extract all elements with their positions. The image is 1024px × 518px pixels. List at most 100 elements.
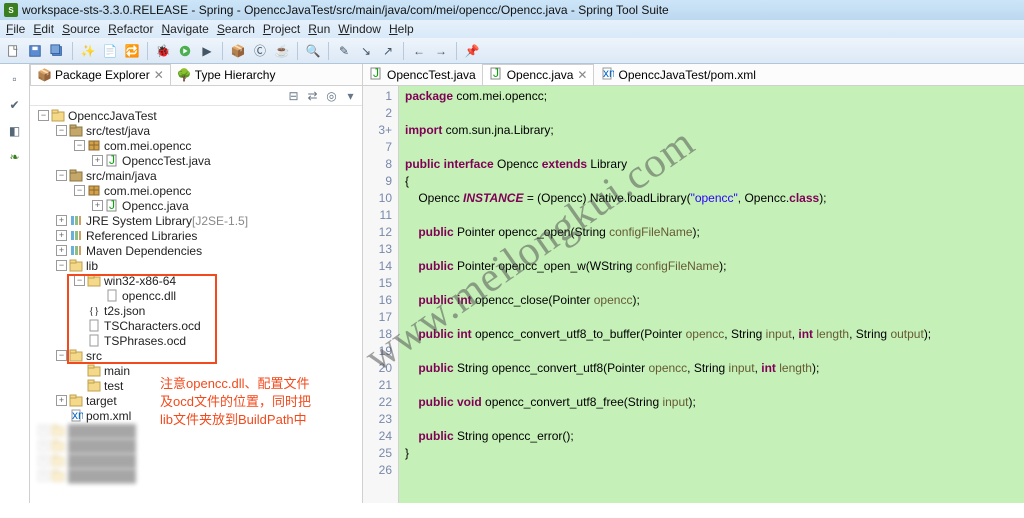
tree-item[interactable]: J OpenccTest.java bbox=[30, 153, 362, 168]
view-menu-icon[interactable]: ▾ bbox=[343, 88, 358, 103]
twist-icon[interactable] bbox=[38, 110, 49, 121]
save-icon[interactable] bbox=[26, 42, 44, 60]
menu-item[interactable]: Search bbox=[217, 22, 255, 36]
hierarchy-icon: 🌳 bbox=[177, 68, 191, 82]
tree-item[interactable]: {}t2s.json bbox=[30, 303, 362, 318]
editor-tab[interactable]: JOpencc.java ✕ bbox=[482, 64, 595, 85]
tree-item[interactable]: OpenccJavaTest bbox=[30, 108, 362, 123]
new-class-icon[interactable]: Ⓒ bbox=[251, 42, 269, 60]
menu-item[interactable]: File bbox=[6, 22, 25, 36]
tree-item[interactable]: com.mei.opencc bbox=[30, 183, 362, 198]
tree-label: lib bbox=[86, 259, 98, 273]
run-icon[interactable] bbox=[176, 42, 194, 60]
tree-item[interactable]: Referenced Libraries bbox=[30, 228, 362, 243]
tree-item[interactable]: JRE System Library [J2SE-1.5] bbox=[30, 213, 362, 228]
code-line: public String opencc_error(); bbox=[405, 428, 1024, 445]
back-icon[interactable]: ← bbox=[410, 42, 428, 60]
outline-icon[interactable]: ◧ bbox=[6, 122, 24, 140]
menu-item[interactable]: Help bbox=[389, 22, 414, 36]
twist-icon[interactable] bbox=[74, 275, 85, 286]
save-all-icon[interactable] bbox=[48, 42, 66, 60]
tree-item[interactable]: src/main/java bbox=[30, 168, 362, 183]
tree-label: opencc.dll bbox=[122, 289, 176, 303]
folder-icon bbox=[87, 379, 101, 392]
tree-item[interactable]: com.mei.opencc bbox=[30, 138, 362, 153]
tab-type-hierarchy[interactable]: 🌳 Type Hierarchy bbox=[171, 64, 282, 85]
run-ext-icon[interactable]: ▶ bbox=[198, 42, 216, 60]
code-area[interactable]: package com.mei.opencc;import com.sun.jn… bbox=[399, 86, 1024, 503]
tree-label: pom.xml bbox=[86, 409, 131, 423]
tree-label: test bbox=[104, 379, 123, 393]
tree-label: win32-x86-64 bbox=[104, 274, 176, 288]
junit-icon: J bbox=[369, 67, 383, 83]
new-icon[interactable] bbox=[4, 42, 22, 60]
tree[interactable]: OpenccJavaTestsrc/test/javacom.mei.openc… bbox=[30, 106, 362, 503]
explorer-toolbar: ⊟ ⇄ ◎ ▾ bbox=[30, 86, 362, 106]
tree-label: OpenccTest.java bbox=[122, 154, 211, 168]
tree-item[interactable]: src bbox=[30, 348, 362, 363]
tree-item[interactable]: src/test/java bbox=[30, 123, 362, 138]
focus-icon[interactable]: ◎ bbox=[324, 88, 339, 103]
twist-icon bbox=[74, 380, 85, 391]
twist-icon[interactable] bbox=[56, 215, 67, 226]
pin-icon[interactable]: 📌 bbox=[463, 42, 481, 60]
spring-leaf-icon[interactable]: ❧ bbox=[6, 148, 24, 166]
doc-icon[interactable]: 📄 bbox=[101, 42, 119, 60]
twist-icon[interactable] bbox=[74, 185, 85, 196]
wizard-icon[interactable]: ✨ bbox=[79, 42, 97, 60]
tasks-icon[interactable]: ✔ bbox=[6, 96, 24, 114]
tree-label: target bbox=[86, 394, 117, 408]
twist-icon[interactable] bbox=[56, 230, 67, 241]
tree-label: Opencc.java bbox=[122, 199, 189, 213]
editor-tab[interactable]: J OpenccTest.java bbox=[363, 64, 482, 85]
tree-item[interactable]: win32-x86-64 bbox=[30, 273, 362, 288]
tree-item[interactable]: TSCharacters.ocd bbox=[30, 318, 362, 333]
code-line: public Pointer opencc_open(String config… bbox=[405, 224, 1024, 241]
new-package-icon[interactable]: 📦 bbox=[229, 42, 247, 60]
menu-item[interactable]: Refactor bbox=[108, 22, 153, 36]
menu-item[interactable]: Edit bbox=[33, 22, 54, 36]
tree-item[interactable]: TSPhrases.ocd bbox=[30, 333, 362, 348]
editor-tab[interactable]: xmlOpenccJavaTest/pom.xml bbox=[594, 64, 761, 85]
twist-icon[interactable] bbox=[92, 200, 103, 211]
twist-icon[interactable] bbox=[56, 350, 67, 361]
close-icon[interactable]: ✕ bbox=[577, 68, 587, 82]
link-editor-icon[interactable]: ⇄ bbox=[305, 88, 320, 103]
open-type-icon[interactable]: ☕ bbox=[273, 42, 291, 60]
prev-annotation-icon[interactable]: ↗ bbox=[379, 42, 397, 60]
search-icon[interactable]: 🔍 bbox=[304, 42, 322, 60]
close-icon[interactable]: ✕ bbox=[154, 68, 164, 82]
tree-item[interactable]: JOpencc.java bbox=[30, 198, 362, 213]
svg-text:J: J bbox=[109, 154, 115, 167]
tree-label: t2s.json bbox=[104, 304, 145, 318]
annotation-text-3: lib文件夹放到BuildPath中 bbox=[160, 411, 307, 429]
menu-item[interactable]: Window bbox=[338, 22, 381, 36]
twist-icon[interactable] bbox=[56, 125, 67, 136]
tree-item[interactable]: lib bbox=[30, 258, 362, 273]
twist-icon[interactable] bbox=[56, 395, 67, 406]
relaunch-icon[interactable]: 🔁 bbox=[123, 42, 141, 60]
restore-icon[interactable]: ▫ bbox=[6, 70, 24, 88]
tree-item[interactable]: Maven Dependencies bbox=[30, 243, 362, 258]
menu-item[interactable]: Run bbox=[308, 22, 330, 36]
tree-item[interactable]: opencc.dll bbox=[30, 288, 362, 303]
twist-icon[interactable] bbox=[56, 170, 67, 181]
code-line bbox=[405, 275, 1024, 292]
menu-item[interactable]: Source bbox=[62, 22, 100, 36]
next-annotation-icon[interactable]: ↘ bbox=[357, 42, 375, 60]
collapse-all-icon[interactable]: ⊟ bbox=[286, 88, 301, 103]
twist-icon[interactable] bbox=[56, 245, 67, 256]
twist-icon[interactable] bbox=[74, 140, 85, 151]
twist-icon[interactable] bbox=[56, 260, 67, 271]
code-line: Opencc INSTANCE = (Opencc) Native.loadLi… bbox=[405, 190, 1024, 207]
forward-icon[interactable]: → bbox=[432, 42, 450, 60]
menu-item[interactable]: Navigate bbox=[161, 22, 208, 36]
tab-package-explorer[interactable]: 📦 Package Explorer ✕ bbox=[30, 64, 171, 85]
debug-icon[interactable]: 🐞 bbox=[154, 42, 172, 60]
tab-label: OpenccTest.java bbox=[387, 68, 476, 82]
twist-icon[interactable] bbox=[92, 155, 103, 166]
twist-icon bbox=[74, 335, 85, 346]
toggle-mark-icon[interactable]: ✎ bbox=[335, 42, 353, 60]
menu-item[interactable]: Project bbox=[263, 22, 300, 36]
xml-icon: xml bbox=[69, 409, 83, 422]
